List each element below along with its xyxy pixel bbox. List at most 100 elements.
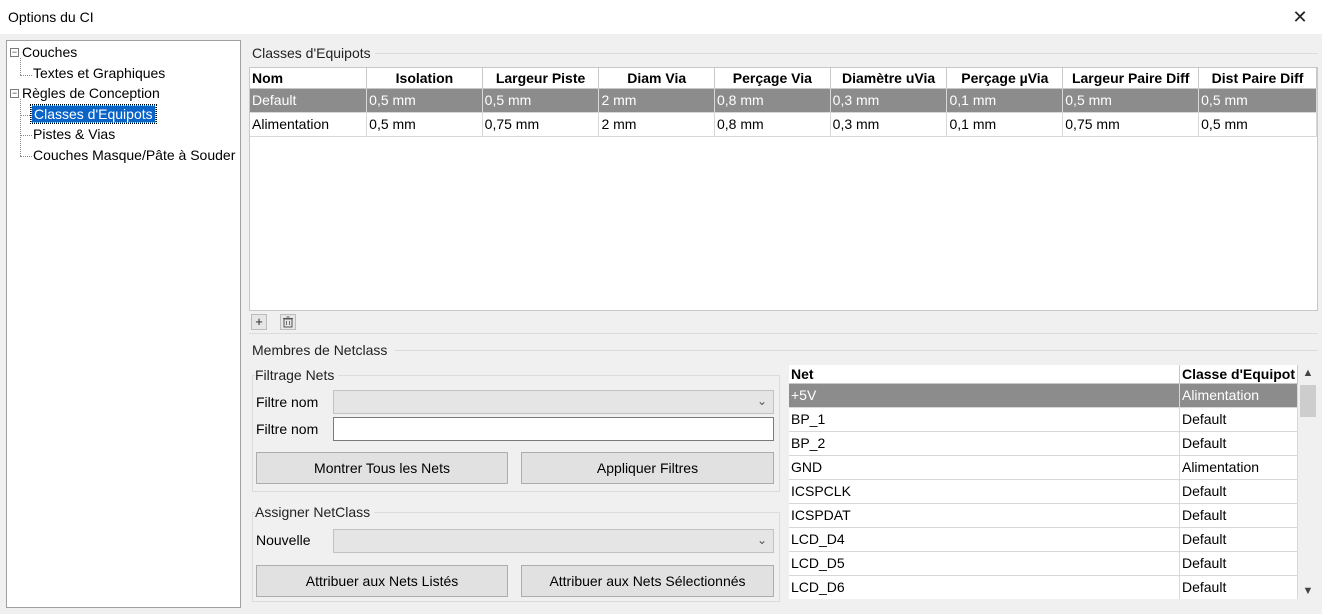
net-class-cell[interactable]: Default xyxy=(1179,479,1298,504)
net-name-cell[interactable]: LCD_D5 xyxy=(789,551,1180,576)
table-header: Net Classe d'Equipot xyxy=(789,365,1298,384)
table-row[interactable]: ICSPCLK Default xyxy=(789,479,1298,504)
table-cell[interactable]: 0,8 mm xyxy=(714,112,831,137)
apply-filters-button[interactable]: Appliquer Filtres xyxy=(521,452,774,484)
net-name-cell[interactable]: GND xyxy=(789,455,1180,480)
table-row[interactable]: Default 0,5 mm 0,5 mm 2 mm 0,8 mm 0,3 mm… xyxy=(250,88,1317,113)
table-cell[interactable]: 0,5 mm xyxy=(1062,88,1200,113)
table-cell[interactable]: 0,5 mm xyxy=(482,88,600,113)
table-cell[interactable]: 0,75 mm xyxy=(1062,112,1200,137)
assign-listed-nets-button[interactable]: Attribuer aux Nets Listés xyxy=(256,565,508,597)
table-row[interactable]: BP_1 Default xyxy=(789,407,1298,432)
column-header[interactable]: Diamètre uVia xyxy=(830,68,948,89)
show-all-nets-button[interactable]: Montrer Tous les Nets xyxy=(256,452,508,484)
chevron-down-icon: ⌄ xyxy=(756,533,767,547)
scroll-up-icon[interactable]: ▲ xyxy=(1298,367,1318,379)
column-header[interactable]: Nom xyxy=(250,68,368,89)
table-cell[interactable]: 0,5 mm xyxy=(1198,88,1317,113)
table-row[interactable]: LCD_D6 Default xyxy=(789,575,1298,599)
table-row[interactable]: +5V Alimentation xyxy=(789,383,1298,408)
chevron-down-icon: ⌄ xyxy=(756,394,767,408)
tree-item-couches[interactable]: Couches xyxy=(22,42,77,62)
tree-item-label: Textes et Graphiques xyxy=(33,65,166,81)
window-title: Options du CI xyxy=(8,9,94,25)
tree-item-textes-graphiques[interactable]: Textes et Graphiques xyxy=(33,63,165,83)
table-cell[interactable]: 0,1 mm xyxy=(946,112,1064,137)
net-class-cell[interactable]: Default xyxy=(1179,503,1298,528)
tree-item-label: Pistes & Vias xyxy=(33,126,116,142)
net-class-cell[interactable]: Alimentation xyxy=(1179,383,1298,408)
tree-item-regles-conception[interactable]: Règles de Conception xyxy=(22,83,160,103)
net-name-cell[interactable]: BP_2 xyxy=(789,431,1180,456)
tree-connector xyxy=(20,58,21,75)
table-cell[interactable]: 0,3 mm xyxy=(830,112,948,137)
netclasses-group-label: Classes d'Equipots xyxy=(252,45,371,61)
group-divider xyxy=(375,53,1318,54)
table-cell[interactable]: 2 mm xyxy=(598,88,715,113)
column-header[interactable]: Isolation xyxy=(366,68,483,89)
table-row[interactable]: LCD_D5 Default xyxy=(789,551,1298,576)
filter-name-input[interactable] xyxy=(333,417,774,441)
net-class-cell[interactable]: Default xyxy=(1179,407,1298,432)
nets-scrollbar[interactable]: ▲ ▼ xyxy=(1298,365,1318,599)
scroll-thumb[interactable] xyxy=(1300,385,1316,417)
new-class-combo[interactable]: ⌄ xyxy=(333,529,774,553)
table-cell[interactable]: 0,3 mm xyxy=(830,88,948,113)
net-class-cell[interactable]: Default xyxy=(1179,431,1298,456)
table-cell[interactable]: 2 mm xyxy=(598,112,715,137)
net-name-cell[interactable]: LCD_D4 xyxy=(789,527,1180,552)
tree-item-classes-equipots[interactable]: Classes d'Equipots xyxy=(30,104,157,124)
column-header[interactable]: Net xyxy=(789,365,1180,384)
netclasses-table: Nom Isolation Largeur Piste Diam Via Per… xyxy=(250,68,1317,137)
table-cell[interactable]: Alimentation xyxy=(250,112,368,137)
table-cell[interactable]: 0,1 mm xyxy=(946,88,1064,113)
filter-name-combo[interactable]: ⌄ xyxy=(333,390,774,414)
tree-connector xyxy=(20,135,32,136)
table-header: Nom Isolation Largeur Piste Diam Via Per… xyxy=(250,68,1317,89)
table-cell[interactable]: 0,8 mm xyxy=(714,88,831,113)
assign-selected-nets-button[interactable]: Attribuer aux Nets Sélectionnés xyxy=(521,565,774,597)
scroll-down-icon[interactable]: ▼ xyxy=(1298,585,1318,597)
netclasses-grid[interactable]: Nom Isolation Largeur Piste Diam Via Per… xyxy=(249,67,1318,311)
net-class-cell[interactable]: Default xyxy=(1179,575,1298,599)
filter-name-label: Filtre nom xyxy=(256,394,319,410)
collapse-icon[interactable]: − xyxy=(10,89,19,98)
column-header[interactable]: Classe d'Equipot xyxy=(1179,365,1298,384)
filter-group-label: Filtrage Nets xyxy=(255,367,339,383)
table-cell[interactable]: 0,5 mm xyxy=(366,88,483,113)
column-header[interactable]: Largeur Piste xyxy=(482,68,600,89)
table-row[interactable]: ICSPDAT Default xyxy=(789,503,1298,528)
column-header[interactable]: Dist Paire Diff xyxy=(1198,68,1317,89)
table-row[interactable]: GND Alimentation xyxy=(789,455,1298,480)
net-class-cell[interactable]: Default xyxy=(1179,551,1298,576)
group-divider xyxy=(395,350,1318,351)
net-name-cell[interactable]: +5V xyxy=(789,383,1180,408)
new-class-label: Nouvelle xyxy=(256,532,311,548)
net-name-cell[interactable]: ICSPCLK xyxy=(789,479,1180,504)
close-icon[interactable]: ✕ xyxy=(1278,0,1322,34)
net-name-cell[interactable]: ICSPDAT xyxy=(789,503,1180,528)
collapse-icon[interactable]: − xyxy=(10,48,19,57)
delete-netclass-icon[interactable] xyxy=(280,314,296,330)
tree-item-couches-masque[interactable]: Couches Masque/Pâte à Souder xyxy=(33,145,235,165)
net-name-cell[interactable]: LCD_D6 xyxy=(789,575,1180,599)
net-name-cell[interactable]: BP_1 xyxy=(789,407,1180,432)
add-netclass-button[interactable]: + xyxy=(251,314,267,330)
table-cell[interactable]: 0,5 mm xyxy=(366,112,483,137)
table-row[interactable]: Alimentation 0,5 mm 0,75 mm 2 mm 0,8 mm … xyxy=(250,112,1317,137)
assign-group-label: Assigner NetClass xyxy=(255,504,375,520)
column-header[interactable]: Diam Via xyxy=(598,68,715,89)
table-row[interactable]: BP_2 Default xyxy=(789,431,1298,456)
table-cell[interactable]: 0,5 mm xyxy=(1198,112,1317,137)
nets-grid[interactable]: Net Classe d'Equipot +5V Alimentation BP… xyxy=(789,365,1298,599)
column-header[interactable]: Perçage µVia xyxy=(946,68,1064,89)
tree-item-pistes-vias[interactable]: Pistes & Vias xyxy=(33,124,115,144)
table-cell[interactable]: 0,75 mm xyxy=(482,112,600,137)
net-class-cell[interactable]: Default xyxy=(1179,527,1298,552)
table-row[interactable]: LCD_D4 Default xyxy=(789,527,1298,552)
column-header[interactable]: Perçage Via xyxy=(714,68,831,89)
column-header[interactable]: Largeur Paire Diff xyxy=(1062,68,1200,89)
tree-item-label: Couches xyxy=(22,44,78,60)
table-cell[interactable]: Default xyxy=(250,88,368,113)
net-class-cell[interactable]: Alimentation xyxy=(1179,455,1298,480)
